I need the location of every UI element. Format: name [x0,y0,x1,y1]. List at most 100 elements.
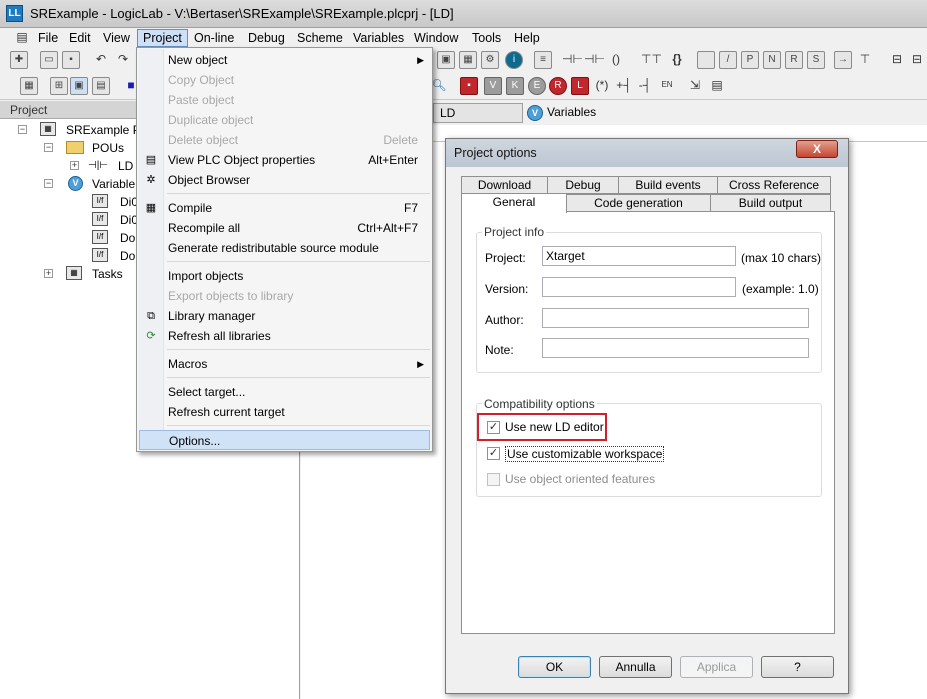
branch-icon[interactable]: ⊤⊤ [641,51,662,69]
network-icon[interactable]: ⊞ [50,77,68,95]
list-view-icon[interactable]: ≡ [534,51,552,69]
expression-e-icon[interactable]: E [528,77,546,95]
grid-icon[interactable]: ▦ [20,77,38,95]
tab-debug[interactable]: Debug [547,176,619,194]
menu-separator [167,349,430,350]
menu-macros[interactable]: Macros ▶ [139,354,430,374]
close-button[interactable]: X [796,140,838,158]
negative-contact-icon[interactable]: N [763,51,781,69]
tab-cross-reference[interactable]: Cross Reference [717,176,831,194]
use-customizable-workspace-checkbox[interactable]: ✓ [487,447,500,460]
braces-icon[interactable]: {} [668,51,686,69]
coil-icon[interactable]: () [607,51,625,69]
ladder-icon[interactable]: ⊣⊢ [562,51,583,69]
menu-view-plc-properties[interactable]: ▤ View PLC Object properties Alt+Enter [139,150,430,170]
return-r-icon[interactable]: R [549,77,567,95]
insert-plus-icon[interactable]: +┤ [615,77,633,95]
tab-build-output[interactable]: Build output [710,194,831,212]
menu-import-objects[interactable]: Import objects [139,266,430,286]
menu-refresh-libraries[interactable]: ⟳ Refresh all libraries [139,326,430,346]
project-name-input[interactable]: Xtarget [542,246,736,266]
menu-window[interactable]: Window [408,29,464,47]
menu-variables[interactable]: Variables [347,29,410,47]
reset-coil-icon[interactable]: R [785,51,803,69]
negated-contact-icon[interactable]: / [719,51,737,69]
enable-eno-icon[interactable]: EN [658,77,676,95]
tab-code-generation[interactable]: Code generation [566,194,711,212]
variable-item-icon: I/f [92,230,108,244]
tab-build-events[interactable]: Build events [618,176,718,194]
constant-k-icon[interactable]: K [506,77,524,95]
menu-duplicate-object: Duplicate object [168,113,254,127]
menu-recompile-all[interactable]: Recompile all Ctrl+Alt+F7 [139,218,430,238]
menu-select-target[interactable]: Select target... [139,382,430,402]
insert-minus-icon[interactable]: -┤ [636,77,654,95]
menu-new-object[interactable]: New object ▶ [139,50,430,70]
menu-compile[interactable]: ▦ Compile F7 [139,198,430,218]
use-customizable-workspace-label[interactable]: Use customizable workspace [505,446,665,462]
menu-debug[interactable]: Debug [242,29,291,47]
menu-library-manager[interactable]: ⧉ Library manager [139,306,430,326]
author-input[interactable] [542,308,809,328]
tab-ld[interactable]: LD [433,103,523,123]
document-menu-icon[interactable]: ▤ [13,29,31,47]
build-icon[interactable]: ▤ [92,77,110,95]
layout-icon-2[interactable]: ⊟ [908,51,926,69]
compatibility-legend: Compatibility options [482,397,597,411]
menu-file[interactable]: File [32,29,64,47]
pin-icon[interactable]: ⇲ [686,77,704,95]
properties-icon[interactable]: ▤ [708,77,726,95]
collapse-icon[interactable]: − [44,143,53,152]
cancel-button[interactable]: Annulla [599,656,672,678]
gear-icon[interactable]: ⚙ [481,51,499,69]
project-label: Project: [485,251,526,265]
compile-icon[interactable]: ▣ [70,77,88,95]
variable-v-icon[interactable]: V [484,77,502,95]
menu-view[interactable]: View [97,29,136,47]
blank-contact-icon[interactable] [697,51,715,69]
object-browser-icon: ✲ [146,174,156,186]
tab-download[interactable]: Download [461,176,548,194]
positive-contact-icon[interactable]: P [741,51,759,69]
menu-refresh-target[interactable]: Refresh current target [139,402,430,422]
help-button[interactable]: ? [761,656,834,678]
undo-icon[interactable]: ↶ [92,51,110,69]
menu-help[interactable]: Help [508,29,546,47]
tree-tasks-label: Tasks [92,267,123,281]
window-icon[interactable]: ▣ [437,51,455,69]
block-icon[interactable]: (*) [593,77,611,95]
folder-icon [66,141,84,154]
expand-icon[interactable]: + [70,161,79,170]
return-icon[interactable]: ⊤ [856,51,874,69]
save-icon[interactable]: ▪ [62,51,80,69]
menu-online[interactable]: On-line [188,29,240,47]
note-input[interactable] [542,338,809,358]
chip-icon[interactable]: ▪ [460,77,478,95]
set-coil-icon[interactable]: S [807,51,825,69]
menu-edit[interactable]: Edit [63,29,97,47]
redo-icon[interactable]: ↷ [114,51,132,69]
jump-icon[interactable]: → [834,51,852,69]
new-project-icon[interactable]: ✚ [10,51,28,69]
open-folder-icon[interactable]: ▭ [40,51,58,69]
collapse-icon[interactable]: − [18,125,27,134]
expand-icon[interactable]: + [44,269,53,278]
label-l-icon[interactable]: L [571,77,589,95]
layout-icon[interactable]: ⊟ [888,51,906,69]
tab-general[interactable]: General [461,193,567,213]
tab-variables[interactable]: Variables [547,105,596,119]
menu-options[interactable]: Options... [139,430,430,450]
ok-button[interactable]: OK [518,656,591,678]
menu-generate-source-module[interactable]: Generate redistributable source module [139,238,430,258]
menu-project[interactable]: Project [137,29,188,47]
diagram-icon[interactable]: ▦ [459,51,477,69]
logiclab-icon: LL [6,5,23,22]
version-input[interactable] [542,277,736,297]
contact-icon[interactable]: ⊣⊢ [584,51,605,69]
menu-object-browser[interactable]: ✲ Object Browser [139,170,430,190]
info-icon[interactable]: i [505,51,523,69]
menu-tools[interactable]: Tools [466,29,507,47]
menu-scheme[interactable]: Scheme [291,29,349,47]
collapse-icon[interactable]: − [44,179,53,188]
ladder-program-icon: ⊣|⊢ [88,160,109,171]
